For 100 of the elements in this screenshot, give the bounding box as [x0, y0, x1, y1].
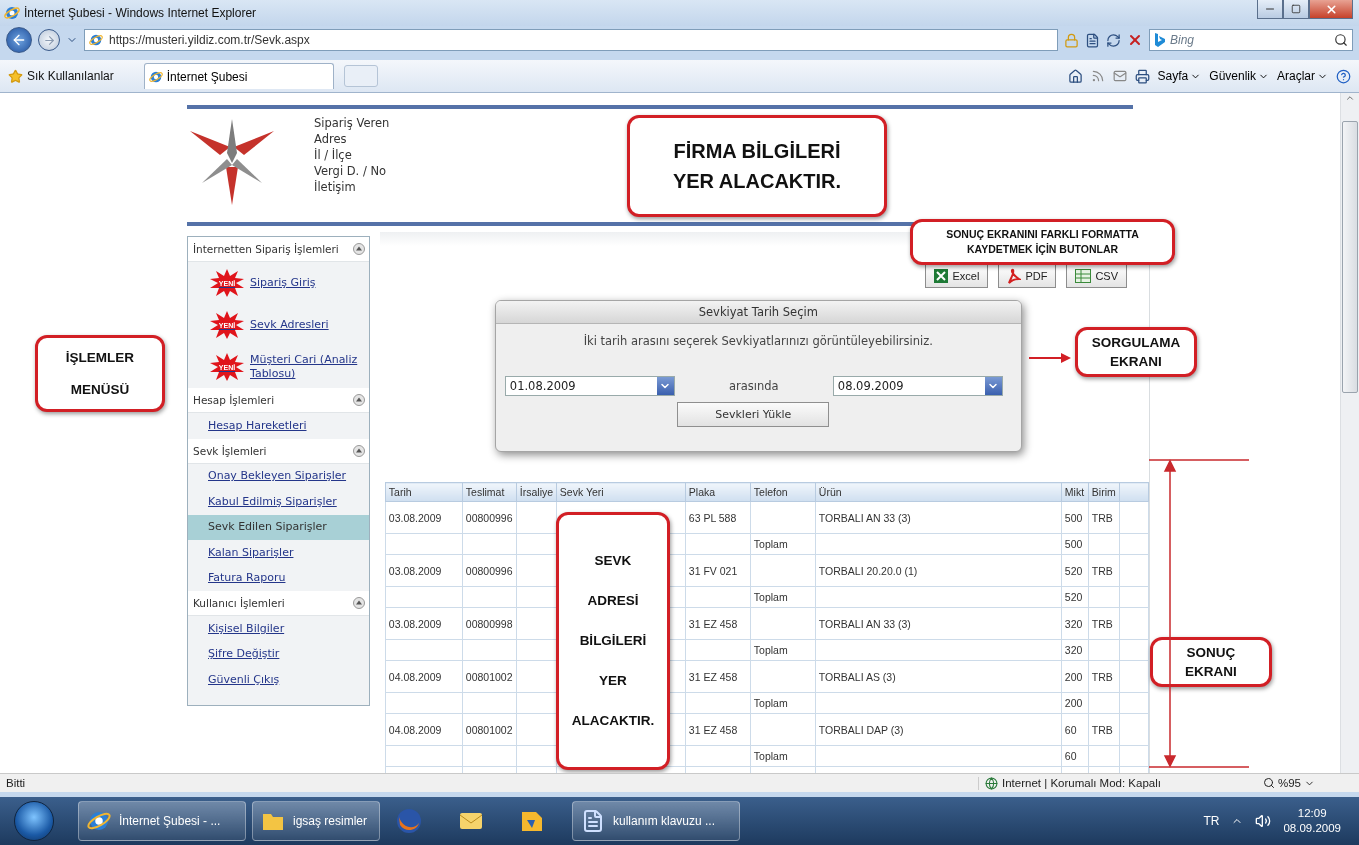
- scrollbar[interactable]: [1340, 93, 1359, 773]
- table-cell: 500: [1061, 501, 1089, 534]
- menu-link[interactable]: Kalan Siparişler: [188, 540, 369, 566]
- table-cell: TORBALI DAP (3): [815, 713, 1062, 746]
- annotation-callout: SONUÇ EKRANI: [1150, 637, 1272, 687]
- maximize-button[interactable]: [1283, 0, 1309, 19]
- stop-icon[interactable]: [1127, 32, 1143, 48]
- language-indicator[interactable]: TR: [1203, 814, 1220, 828]
- command-menu[interactable]: Araçlar: [1277, 69, 1328, 83]
- taskbar-button[interactable]: İnternet Şubesi - ...: [78, 801, 246, 841]
- column-header[interactable]: Mikt: [1061, 482, 1089, 502]
- table-cell: 00800996: [462, 554, 517, 587]
- table-cell: TRB: [1088, 660, 1120, 693]
- close-icon: [1324, 2, 1338, 16]
- table-cell: Toplam: [750, 639, 816, 661]
- menu-link[interactable]: Sevk Edilen Siparişler: [188, 514, 369, 540]
- collapse-icon[interactable]: [352, 597, 365, 609]
- table-cell: 320: [1061, 607, 1089, 640]
- table-cell: 31 EZ 458: [685, 660, 751, 693]
- table-cell: 320: [1061, 639, 1089, 661]
- dialog-title: Sevkiyat Tarih Seçim: [495, 301, 1021, 324]
- export-button[interactable]: CSV: [1066, 264, 1127, 288]
- between-label: arasında: [729, 379, 779, 393]
- table-cell: TORBALI 20.20.0 (1): [815, 554, 1062, 587]
- taskbar-button[interactable]: igsaş resimler: [252, 801, 380, 841]
- table-cell: 31 EZ 458: [685, 607, 751, 640]
- command-menu[interactable]: Güvenlik: [1209, 69, 1269, 83]
- browser-tab[interactable]: İnternet Şubesi: [143, 63, 334, 89]
- company-field-label: Vergi D. / No: [314, 163, 388, 179]
- company-field-label: Adres: [314, 131, 348, 147]
- printer-icon[interactable]: [1134, 68, 1150, 84]
- table-cell: 500: [1061, 533, 1089, 555]
- taskbar-button[interactable]: kullanım klavuzu ...: [572, 801, 740, 841]
- collapse-icon[interactable]: [352, 444, 365, 457]
- table-cell: 200: [1061, 660, 1089, 693]
- column-header[interactable]: Tarih: [385, 482, 463, 502]
- menu-link[interactable]: Güvenli Çıkış: [188, 667, 369, 693]
- table-cell: 63 PL 588: [685, 501, 751, 534]
- company-field-label: İl / İlçe: [314, 147, 353, 163]
- table-cell: TRB: [1088, 713, 1120, 746]
- search-engine-logo-icon: [1154, 33, 1166, 47]
- menu-link[interactable]: Fatura Raporu: [188, 565, 369, 591]
- mail-icon[interactable]: [1112, 69, 1127, 83]
- start-button[interactable]: [14, 801, 54, 841]
- command-menu[interactable]: Sayfa: [1157, 69, 1202, 83]
- menu-section-header[interactable]: İnternetten Sipariş İşlemleri: [188, 237, 369, 262]
- close-button[interactable]: [1309, 0, 1353, 19]
- date-dropdown[interactable]: 08.09.2009: [832, 376, 1003, 396]
- table-file-icon: [1075, 269, 1092, 283]
- clock[interactable]: 12:09 08.09.2009: [1283, 806, 1341, 836]
- menu-link[interactable]: Onay Bekleyen Siparişler: [188, 463, 369, 489]
- document-icon: [581, 809, 605, 833]
- forward-button[interactable]: [38, 29, 60, 51]
- collapse-icon[interactable]: [352, 394, 365, 406]
- date-dropdown[interactable]: 01.08.2009: [504, 376, 675, 396]
- column-header[interactable]: Telefon: [750, 482, 816, 502]
- scrollbar-thumb[interactable]: [1342, 121, 1358, 393]
- address-field[interactable]: https://musteri.yildiz.com.tr/Sevk.aspx: [84, 29, 1058, 51]
- menu-link[interactable]: Şifre Değiştir: [188, 641, 369, 667]
- column-header[interactable]: Sevk Yeri: [556, 482, 686, 502]
- status-text: Bitti: [6, 777, 27, 789]
- table-cell: 60: [1061, 713, 1089, 746]
- table-cell: 03.08.2009: [385, 607, 463, 640]
- scroll-up-icon[interactable]: [1345, 93, 1355, 103]
- menu-section-header[interactable]: Kullanıcı İşlemleri: [188, 591, 369, 616]
- pdf-icon: [1007, 268, 1022, 284]
- column-header[interactable]: Plaka: [685, 482, 751, 502]
- favorites-button[interactable]: Sık Kullanılanlar: [8, 68, 114, 84]
- column-header[interactable]: Teslimat: [462, 482, 517, 502]
- help-icon[interactable]: [1336, 68, 1351, 84]
- menu-section-header[interactable]: Hesap İşlemleri: [188, 388, 369, 413]
- search-field[interactable]: Bing: [1149, 29, 1353, 51]
- export-button[interactable]: PDF: [998, 264, 1057, 288]
- search-icon[interactable]: [1334, 33, 1348, 47]
- table-cell: 00800998: [462, 607, 517, 640]
- refresh-icon[interactable]: [1106, 32, 1121, 48]
- load-button[interactable]: Sevkleri Yükle: [677, 402, 830, 427]
- home-icon[interactable]: [1067, 68, 1083, 84]
- star-icon: [8, 68, 23, 84]
- feeds-icon[interactable]: [1090, 69, 1105, 83]
- menu-link[interactable]: Kişisel Bilgiler: [188, 616, 369, 642]
- volume-icon[interactable]: [1255, 813, 1272, 829]
- back-button[interactable]: [6, 27, 32, 53]
- table-cell: 520: [1061, 586, 1089, 608]
- globe-icon: [985, 776, 998, 790]
- column-header[interactable]: Ürün: [815, 482, 1062, 502]
- security-zone[interactable]: Internet | Korumalı Mod: Kapalı: [978, 776, 1255, 790]
- menu-link[interactable]: Hesap Hareketleri: [188, 413, 369, 439]
- column-header[interactable]: İrsaliye: [516, 482, 557, 502]
- collapse-icon[interactable]: [352, 243, 365, 255]
- minimize-button[interactable]: [1257, 0, 1283, 19]
- zoom-button[interactable]: %95: [1263, 777, 1353, 789]
- export-button[interactable]: Excel: [925, 264, 989, 288]
- column-header[interactable]: Birim: [1088, 482, 1120, 502]
- menu-section-header[interactable]: Sevk İşlemleri: [188, 438, 369, 464]
- dialog-message: İki tarih arasını seçerek Sevkiyatlarınızı görüntüleyebilirsiniz.: [582, 334, 934, 348]
- menu-link[interactable]: Kabul Edilmiş Siparişler: [188, 489, 369, 515]
- browser-logo-icon: [87, 809, 111, 833]
- table-cell: Toplam: [750, 586, 816, 608]
- table-cell: 00801002: [462, 660, 517, 693]
